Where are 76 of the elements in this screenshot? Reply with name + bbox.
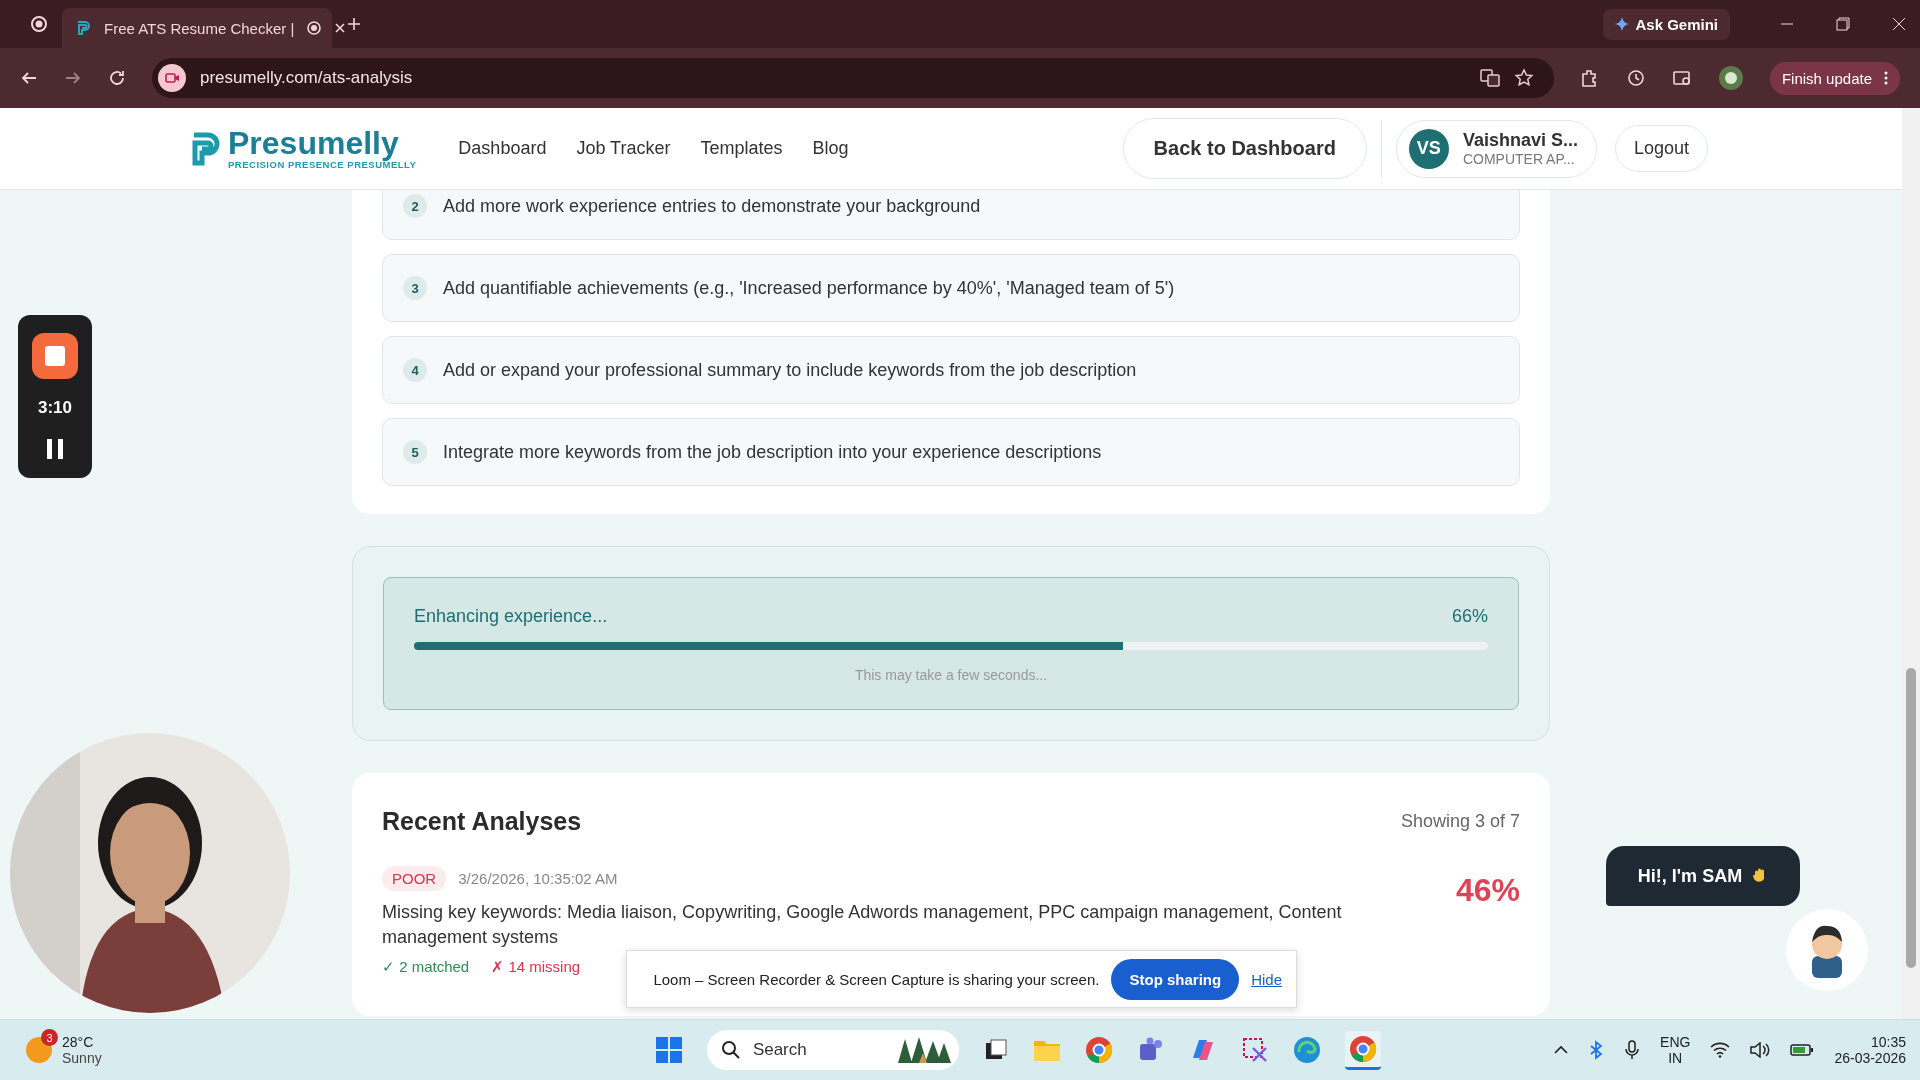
- missing-count: ✗ 14 missing: [491, 958, 581, 977]
- result-count: Showing 3 of 7: [1400, 811, 1520, 832]
- item-number: 5: [403, 440, 427, 464]
- temperature: 28°C: [62, 1034, 95, 1050]
- more-icon: [1884, 71, 1888, 85]
- rating-badge: POOR: [382, 866, 447, 891]
- reload-icon[interactable]: [108, 69, 126, 87]
- history-icon[interactable]: [1625, 68, 1646, 88]
- brand-name: Presumelly: [228, 127, 400, 159]
- close-icon[interactable]: [1892, 17, 1906, 31]
- finish-update-button[interactable]: Finish update: [1769, 61, 1900, 95]
- bluetooth-icon[interactable]: [1588, 1040, 1605, 1060]
- nav-link[interactable]: Job Tracker: [576, 138, 671, 159]
- back-to-dashboard-button[interactable]: Back to Dashboard: [1122, 118, 1367, 179]
- nav-link[interactable]: Blog: [812, 138, 849, 159]
- stop-sharing-button[interactable]: Stop sharing: [1111, 958, 1240, 1000]
- notification-badge: 3: [41, 1029, 58, 1046]
- score: 46%: [1455, 872, 1520, 910]
- chevron-up-icon[interactable]: [1554, 1045, 1569, 1055]
- ask-gemini-button[interactable]: Ask Gemini: [1603, 8, 1730, 40]
- item-number: 4: [403, 358, 427, 382]
- item-number: 3: [403, 276, 427, 300]
- address-field[interactable]: presumelly.com/ats-analysis: [152, 58, 1554, 98]
- search-icon: [720, 1040, 741, 1060]
- logout-button[interactable]: Logout: [1614, 125, 1708, 172]
- start-icon[interactable]: [654, 1036, 683, 1064]
- chrome-taskbar-button[interactable]: [1344, 1030, 1381, 1070]
- translate-icon[interactable]: [1479, 68, 1500, 88]
- scrollbar[interactable]: [1902, 108, 1920, 1019]
- matched-count: ✓ 2 matched: [382, 958, 470, 977]
- search-tab-icon[interactable]: [1671, 68, 1692, 88]
- recording-time: 3:10: [38, 398, 72, 419]
- nav-link[interactable]: Dashboard: [458, 138, 547, 159]
- battery-icon[interactable]: [1790, 1043, 1815, 1057]
- taskbar-search-field[interactable]: Search: [706, 1030, 959, 1070]
- stop-recording-button[interactable]: [32, 332, 78, 379]
- microphone-icon[interactable]: [1624, 1040, 1641, 1060]
- progress-note: This may take a few seconds...: [853, 667, 1049, 683]
- item-number: 2: [403, 194, 427, 218]
- user-name: Vaishnavi S...: [1462, 130, 1578, 151]
- pause-icon[interactable]: [46, 438, 64, 461]
- recommendation-text: Add or expand your professional summary to include keywords from the job description: [443, 359, 1137, 381]
- chat-greeting[interactable]: Hi!, I'm SAM: [1606, 846, 1800, 906]
- weather-condition: Sunny: [62, 1050, 102, 1066]
- speaker-icon[interactable]: [1750, 1042, 1771, 1058]
- new-tab-icon[interactable]: [346, 16, 362, 32]
- snipping-icon[interactable]: [1240, 1036, 1269, 1064]
- user-avatar: VS: [1408, 128, 1449, 169]
- progress-percent: 66%: [1451, 606, 1488, 627]
- section-title: Recent Analyses: [382, 807, 582, 836]
- star-icon[interactable]: [1513, 68, 1534, 88]
- analysis-summary: Missing key keywords: Media liaison, Copywriting, Google Adwords management, PPC campaign management, Content management systems: [382, 901, 1343, 950]
- chatbot-avatar[interactable]: [1785, 908, 1869, 992]
- language-indicator[interactable]: ENG IN: [1660, 1034, 1691, 1066]
- nav-link[interactable]: Templates: [700, 138, 783, 159]
- wifi-icon[interactable]: [1710, 1042, 1731, 1058]
- recommendation-text: Integrate more keywords from the job description into your experience descriptions: [443, 441, 1102, 463]
- profile-icon[interactable]: [1717, 65, 1744, 91]
- record-icon: [306, 20, 323, 36]
- analysis-date: 3/26/2026, 10:35:02 AM: [458, 870, 618, 887]
- hide-link[interactable]: Hide: [1251, 970, 1282, 988]
- sparkle-icon: [1615, 17, 1630, 31]
- clock[interactable]: 10:35 26-03-2026: [1834, 1034, 1906, 1066]
- close-icon[interactable]: [334, 22, 347, 34]
- tab-title: Free ATS Resume Checker |: [104, 19, 295, 37]
- camera-icon: [158, 64, 186, 92]
- share-message: Loom – Screen Recorder & Screen Capture is sharing your screen.: [653, 970, 1100, 988]
- recommendation-text: Add more work experience entries to demonstrate your background: [443, 195, 981, 217]
- record-icon[interactable]: [30, 15, 48, 33]
- user-role: COMPUTER AP...: [1462, 151, 1576, 167]
- chrome-icon[interactable]: [1084, 1036, 1113, 1064]
- brand-logo[interactable]: Presumelly PRECISION PRESENCE PRESUMELLY: [190, 127, 417, 170]
- logo-icon: [76, 20, 92, 36]
- progress-label: Enhancing experience...: [414, 606, 608, 627]
- recommendation-text: Add quantifiable achievements (e.g., 'Increased performance by 40%', 'Managed team of 5'): [443, 277, 1175, 299]
- restore-icon[interactable]: [1836, 17, 1850, 31]
